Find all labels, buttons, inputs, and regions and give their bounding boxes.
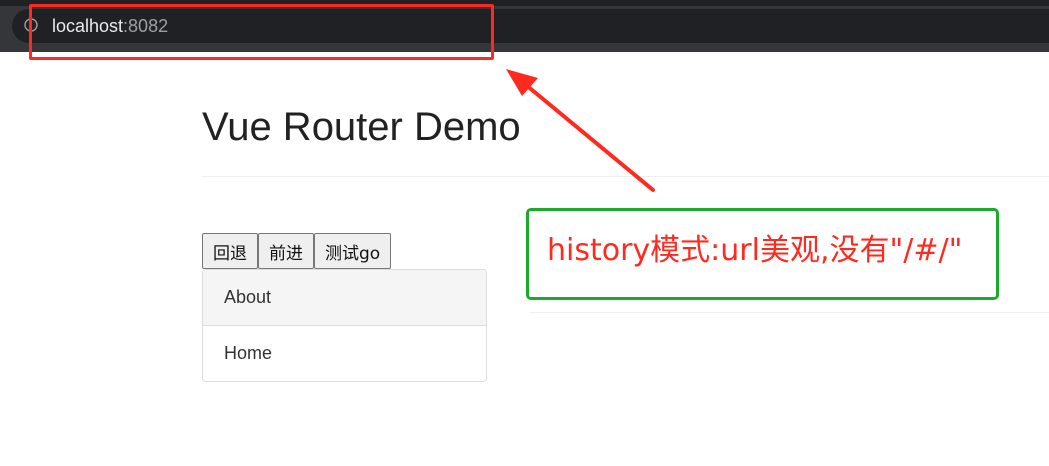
arrow-shaft [518, 78, 655, 192]
annotation-note-box: history模式:url美观,没有"/#/" [526, 208, 999, 300]
annotation-note-text: history模式:url美观,没有"/#/" [547, 233, 963, 268]
